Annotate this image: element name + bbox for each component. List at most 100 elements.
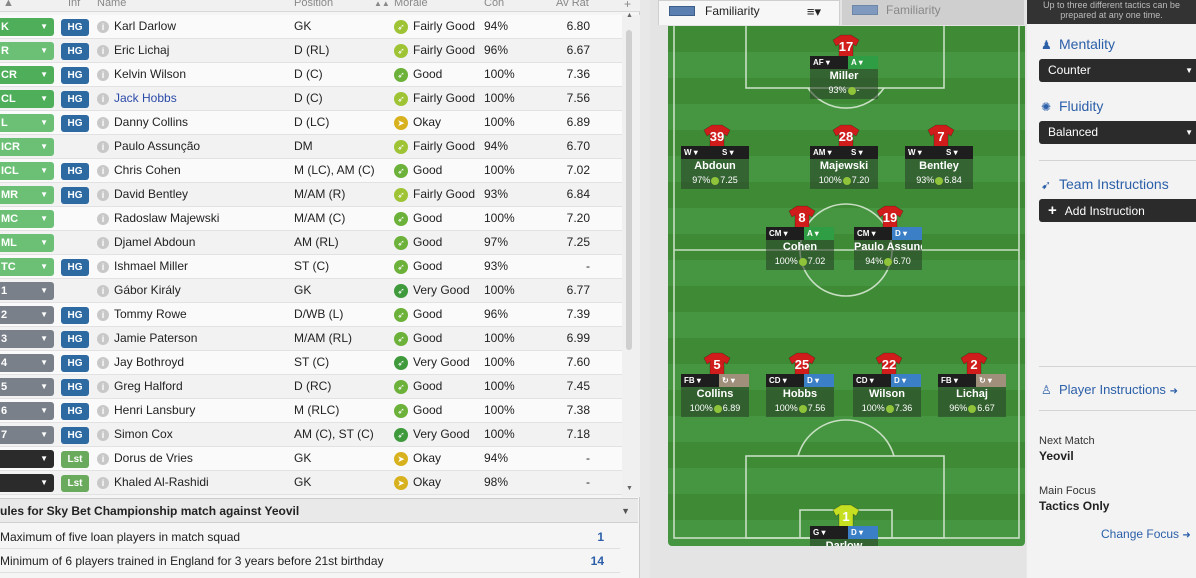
- role-duty-bar[interactable]: CD ▾ D ▾: [766, 374, 834, 387]
- pitch-player-card[interactable]: Darlow94%6.80: [810, 539, 878, 546]
- pitch-player-card[interactable]: Abdoun 97% 7.25: [681, 159, 749, 189]
- player-name[interactable]: Karl Darlow: [114, 15, 176, 38]
- player-name[interactable]: Danny Collins: [114, 111, 188, 134]
- role-select[interactable]: CM ▾: [766, 227, 804, 240]
- info-icon[interactable]: i: [97, 69, 109, 81]
- col-position[interactable]: Position: [294, 0, 333, 9]
- sort-icon[interactable]: ▲: [3, 0, 14, 9]
- scroll-up-icon[interactable]: ▲: [626, 12, 633, 19]
- role-select[interactable]: W ▾: [905, 146, 943, 159]
- position-select[interactable]: ML ▼: [0, 234, 54, 252]
- position-select[interactable]: MC ▼: [0, 210, 54, 228]
- info-icon[interactable]: i: [97, 381, 109, 393]
- tab-tactic-2[interactable]: Familiarity: [842, 0, 1024, 25]
- position-select[interactable]: ICL ▼: [0, 162, 54, 180]
- position-select[interactable]: 4 ▼: [0, 354, 54, 372]
- role-select[interactable]: FB ▾: [681, 374, 719, 387]
- pitch-player-card[interactable]: Collins 100% 6.89: [681, 387, 749, 417]
- pitch-player-card[interactable]: Majewski 100% 7.20: [810, 159, 878, 189]
- position-select[interactable]: ▼: [0, 450, 54, 468]
- table-row[interactable]: TC ▼ HG i Ishmael Miller ST (C) ➶ Good 93% -: [0, 255, 622, 279]
- info-icon[interactable]: i: [97, 333, 109, 345]
- table-row[interactable]: L ▼ HG i Danny Collins D (LC) ➤ Okay 100% 6.89: [0, 111, 622, 135]
- player-name[interactable]: Khaled Al-Rashidi: [114, 471, 209, 494]
- player-name[interactable]: Eric Lichaj: [114, 39, 169, 62]
- role-select[interactable]: AM ▾: [810, 146, 848, 159]
- role-duty-bar[interactable]: AF ▾ A ▾: [810, 56, 878, 69]
- pitch-player-card[interactable]: Paulo Assunç... 94% 6.70: [854, 240, 922, 270]
- team-instructions-section[interactable]: ➹ Team Instructions: [1041, 176, 1169, 192]
- duty-select[interactable]: D ▾: [892, 227, 922, 240]
- role-select[interactable]: AF ▾: [810, 56, 848, 69]
- table-row[interactable]: ▼ Lst i Khaled Al-Rashidi GK ➤ Okay 98% -: [0, 471, 622, 495]
- pitch-player-card[interactable]: Wilson 100% 7.36: [853, 387, 921, 417]
- position-select[interactable]: ▼: [0, 474, 54, 492]
- info-icon[interactable]: i: [97, 405, 109, 417]
- table-row[interactable]: 5 ▼ HG i Greg Halford D (RC) ➶ Good 100% 7.45: [0, 375, 622, 399]
- player-name[interactable]: Djamel Abdoun: [114, 231, 195, 254]
- col-name[interactable]: Name: [97, 0, 126, 9]
- tab-tactic-1[interactable]: Familiarity ≡▾: [658, 0, 840, 25]
- duty-select[interactable]: A ▾: [804, 227, 834, 240]
- col-con[interactable]: Con: [484, 0, 504, 9]
- fluidity-select[interactable]: Balanced ▼: [1039, 121, 1196, 144]
- change-focus-link[interactable]: Change Focus ➜: [1101, 527, 1191, 541]
- scrollbar-thumb[interactable]: [626, 30, 632, 350]
- player-name[interactable]: Greg Halford: [114, 375, 183, 398]
- role-duty-bar[interactable]: CM ▾ D ▾: [854, 227, 922, 240]
- table-row[interactable]: K ▼ HG i Karl Darlow GK ➶ Fairly Good 94% 6.80: [0, 15, 622, 39]
- info-icon[interactable]: i: [97, 429, 109, 441]
- table-row[interactable]: CR ▼ HG i Kelvin Wilson D (C) ➶ Good 100% 7.36: [0, 63, 622, 87]
- duty-select[interactable]: ↻ ▾: [719, 374, 749, 387]
- info-icon[interactable]: i: [97, 453, 109, 465]
- player-name[interactable]: Henri Lansbury: [114, 399, 195, 422]
- col-morale[interactable]: Morale: [394, 0, 428, 9]
- col-av-rat[interactable]: Av Rat: [556, 0, 589, 9]
- role-duty-bar[interactable]: FB ▾ ↻ ▾: [938, 374, 1006, 387]
- info-icon[interactable]: i: [97, 141, 109, 153]
- table-row[interactable]: ICL ▼ HG i Chris Cohen M (LC), AM (C) ➶ Good 100…: [0, 159, 622, 183]
- role-duty-bar[interactable]: FB ▾ ↻ ▾: [681, 374, 749, 387]
- position-select[interactable]: 1 ▼: [0, 282, 54, 300]
- pitch-player-card[interactable]: Miller 93% -: [810, 69, 878, 99]
- info-icon[interactable]: i: [97, 237, 109, 249]
- duty-select[interactable]: D ▾: [804, 374, 834, 387]
- sort-arrows-icon[interactable]: ▲▲: [374, 0, 390, 8]
- info-icon[interactable]: i: [97, 93, 109, 105]
- table-row[interactable]: ▼ Lst i Dorus de Vries GK ➤ Okay 94% -: [0, 447, 622, 471]
- pitch-player-card[interactable]: Cohen 100% 7.02: [766, 240, 834, 270]
- table-row[interactable]: CL ▼ HG i Jack Hobbs D (C) ➶ Fairly Good 100% 7.5…: [0, 87, 622, 111]
- info-icon[interactable]: i: [97, 357, 109, 369]
- role-duty-bar[interactable]: CM ▾ A ▾: [766, 227, 834, 240]
- player-name[interactable]: Tommy Rowe: [114, 303, 187, 326]
- role-duty-bar[interactable]: CD ▾ D ▾: [853, 374, 921, 387]
- table-row[interactable]: 1 ▼ i Gábor Király GK ➶ Very Good 100% 6.77: [0, 279, 622, 303]
- menu-icon[interactable]: ≡▾: [807, 1, 821, 22]
- position-select[interactable]: 7 ▼: [0, 426, 54, 444]
- next-match-value[interactable]: Yeovil: [1039, 449, 1074, 463]
- role-select[interactable]: CM ▾: [854, 227, 892, 240]
- table-row[interactable]: ML ▼ i Djamel Abdoun AM (RL) ➶ Good 97% 7.25: [0, 231, 622, 255]
- duty-select[interactable]: S ▾: [719, 146, 749, 159]
- add-column-icon[interactable]: +: [624, 0, 631, 11]
- position-select[interactable]: CR ▼: [0, 66, 54, 84]
- pitch-player-card[interactable]: Bentley 93% 6.84: [905, 159, 973, 189]
- pitch-player-card[interactable]: Lichaj 96% 6.67: [938, 387, 1006, 417]
- duty-select[interactable]: A ▾: [848, 56, 878, 69]
- table-row[interactable]: 7 ▼ HG i Simon Cox AM (C), ST (C) ➶ Very Good 10…: [0, 423, 622, 447]
- info-icon[interactable]: i: [97, 45, 109, 57]
- info-icon[interactable]: i: [97, 165, 109, 177]
- player-name[interactable]: Chris Cohen: [114, 159, 181, 182]
- player-name[interactable]: Ishmael Miller: [114, 255, 188, 278]
- table-row[interactable]: ICR ▼ i Paulo Assunção DM ➶ Fairly Good 94% 6.70: [0, 135, 622, 159]
- col-inf[interactable]: Inf: [68, 0, 80, 9]
- info-icon[interactable]: i: [97, 261, 109, 273]
- info-icon[interactable]: i: [97, 189, 109, 201]
- info-icon[interactable]: i: [97, 309, 109, 321]
- table-row[interactable]: MC ▼ i Radoslaw Majewski M/AM (C) ➶ Good 100% 7.…: [0, 207, 622, 231]
- role-select[interactable]: W ▾: [681, 146, 719, 159]
- position-select[interactable]: 2 ▼: [0, 306, 54, 324]
- info-icon[interactable]: i: [97, 117, 109, 129]
- role-duty-bar[interactable]: W ▾ S ▾: [681, 146, 749, 159]
- position-select[interactable]: ICR ▼: [0, 138, 54, 156]
